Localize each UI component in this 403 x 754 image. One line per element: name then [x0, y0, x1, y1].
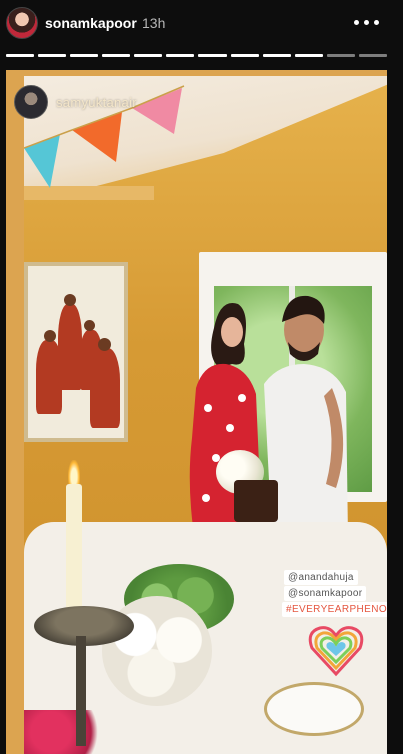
- pink-flowers: [24, 710, 114, 754]
- progress-segment: [326, 54, 355, 57]
- story-progress-bar: [6, 54, 387, 57]
- story-header: sonamkapoor 13h: [0, 0, 403, 48]
- progress-segment: [102, 54, 131, 57]
- progress-segment: [166, 54, 195, 57]
- candle: [66, 484, 82, 614]
- progress-segment: [134, 54, 163, 57]
- progress-segment: [6, 54, 35, 57]
- tagged-user-avatar[interactable]: [14, 85, 48, 119]
- progress-segment: [294, 54, 323, 57]
- profile-avatar[interactable]: [6, 7, 38, 39]
- progress-segment: [358, 54, 387, 57]
- hashtag-sticker[interactable]: #EVERYEARPHENOMAL: [282, 602, 387, 617]
- progress-segment: [230, 54, 259, 57]
- post-time: 13h: [142, 15, 166, 31]
- tagged-user[interactable]: samyuktanair: [14, 84, 137, 120]
- story-media[interactable]: samyuktanair @anandahuja @sonamkapoor #E…: [6, 70, 387, 754]
- progress-segment: [38, 54, 67, 57]
- progress-segment: [70, 54, 99, 57]
- progress-segment: [198, 54, 227, 57]
- monk-painting: [24, 262, 128, 442]
- birthday-cake: [234, 480, 278, 522]
- more-options-icon[interactable]: [354, 12, 380, 32]
- candle-flame: [68, 460, 80, 484]
- mention-sticker[interactable]: @anandahuja: [284, 570, 358, 585]
- tagged-username[interactable]: samyuktanair: [56, 95, 137, 110]
- mention-sticker[interactable]: @sonamkapoor: [284, 586, 367, 601]
- candle-holder-stem: [76, 636, 86, 746]
- username[interactable]: sonamkapoor: [45, 15, 137, 31]
- rainbow-heart-sticker-icon[interactable]: [306, 622, 366, 678]
- dinner-plate: [264, 682, 364, 736]
- progress-segment: [262, 54, 291, 57]
